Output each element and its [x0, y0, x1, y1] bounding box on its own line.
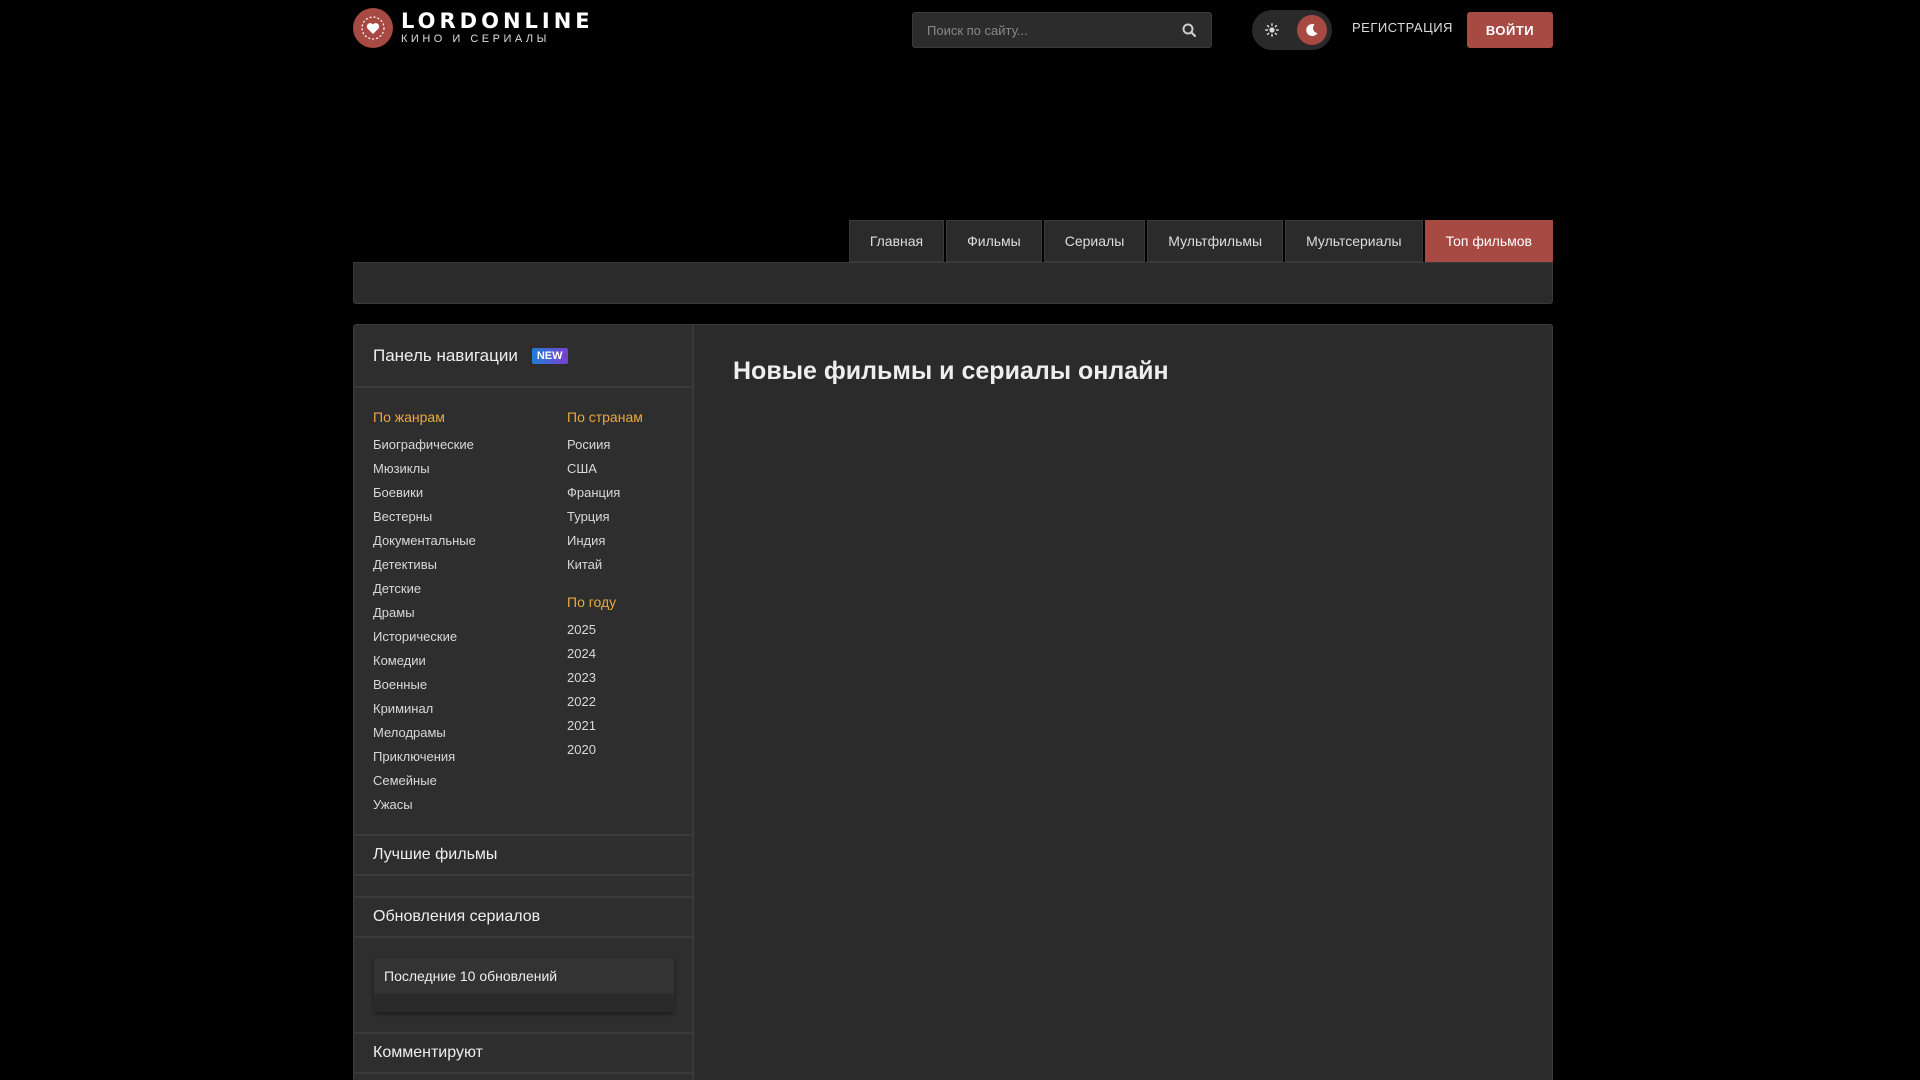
genre-link[interactable]: Комедии — [373, 653, 476, 677]
sub-nav-bar — [353, 262, 1553, 304]
tab-cartoons[interactable]: Мультфильмы — [1147, 220, 1284, 262]
main-nav: Главная Фильмы Сериалы Мультфильмы Мульт… — [848, 220, 1553, 262]
country-link[interactable]: Индия — [567, 533, 643, 557]
search-box — [912, 12, 1212, 48]
year-link[interactable]: 2021 — [567, 718, 643, 742]
countries-title[interactable]: По странам — [567, 408, 643, 426]
page-wrapper: LORDONLINE КИНО И СЕРИАЛЫ Поиск по сайту… — [353, 0, 1553, 1080]
logo-heart-icon — [353, 8, 393, 48]
genre-link[interactable]: Военные — [373, 677, 476, 701]
new-badge: NEW — [531, 347, 568, 364]
genre-link[interactable]: Драмы — [373, 605, 476, 629]
tab-series[interactable]: Сериалы — [1043, 220, 1146, 262]
countries-column: По странам Росиия США Франция Турция Инд… — [567, 408, 643, 766]
latest-updates-title[interactable]: Последние 10 обновлений — [374, 958, 674, 994]
years-title[interactable]: По году — [567, 593, 643, 611]
genre-link[interactable]: Криминал — [373, 701, 476, 725]
page-title: Новые фильмы и сериалы онлайн — [733, 357, 1169, 385]
nav-panel-columns: По жанрам Биографические Мюзиклы Боевики… — [354, 388, 692, 834]
tab-movies[interactable]: Фильмы — [946, 220, 1042, 262]
search-icon[interactable] — [1167, 12, 1211, 48]
best-movies-body — [354, 876, 692, 896]
genre-link[interactable]: Документальные — [373, 533, 476, 557]
genre-link[interactable]: Мелодрамы — [373, 725, 476, 749]
sun-icon[interactable] — [1252, 10, 1292, 50]
series-updates-header: Обновления сериалов — [354, 896, 692, 938]
country-link[interactable]: Росиия — [567, 437, 643, 461]
nav-panel-title: Панель навигации — [373, 345, 518, 365]
moon-icon[interactable] — [1297, 15, 1327, 45]
year-link[interactable]: 2022 — [567, 694, 643, 718]
logo-subtitle: КИНО И СЕРИАЛЫ — [401, 33, 550, 45]
genre-link[interactable]: Ужасы — [373, 797, 476, 821]
genre-link[interactable]: Вестерны — [373, 509, 476, 533]
country-link[interactable]: Китай — [567, 557, 643, 581]
sidebar: Панель навигации NEW По жанрам Биографич… — [354, 325, 694, 1080]
year-link[interactable]: 2025 — [567, 622, 643, 646]
best-movies-header: Лучшие фильмы — [354, 834, 692, 876]
theme-toggle[interactable] — [1252, 10, 1332, 50]
country-link[interactable]: Турция — [567, 509, 643, 533]
nav-panel-header: Панель навигации NEW — [354, 325, 692, 388]
latest-updates-box: Последние 10 обновлений — [374, 958, 674, 1012]
genres-title[interactable]: По жанрам — [373, 408, 476, 426]
genre-link[interactable]: Биографические — [373, 437, 476, 461]
tab-home[interactable]: Главная — [848, 220, 945, 262]
year-link[interactable]: 2020 — [567, 742, 643, 766]
comments-header: Комментируют — [354, 1032, 692, 1074]
tab-top-movies[interactable]: Топ фильмов — [1424, 220, 1553, 262]
tab-animated-series[interactable]: Мультсериалы — [1285, 220, 1423, 262]
genre-link[interactable]: Детективы — [373, 557, 476, 581]
year-link[interactable]: 2023 — [567, 670, 643, 694]
logo-title: LORDONLINE — [401, 9, 594, 33]
genre-link[interactable]: Семейные — [373, 773, 476, 797]
year-link[interactable]: 2024 — [567, 646, 643, 670]
genre-link[interactable]: Исторические — [373, 629, 476, 653]
country-link[interactable]: США — [567, 461, 643, 485]
genre-link[interactable]: Боевики — [373, 485, 476, 509]
search-input[interactable] — [913, 13, 1167, 47]
genre-link[interactable]: Детские — [373, 581, 476, 605]
site-logo[interactable]: LORDONLINE КИНО И СЕРИАЛЫ — [353, 8, 594, 48]
genres-column: По жанрам Биографические Мюзиклы Боевики… — [373, 408, 476, 821]
genre-link[interactable]: Приключения — [373, 749, 476, 773]
register-link[interactable]: РЕГИСТРАЦИЯ — [1352, 20, 1453, 35]
country-link[interactable]: Франция — [567, 485, 643, 509]
genre-link[interactable]: Мюзиклы — [373, 461, 476, 485]
latest-updates-list — [374, 994, 674, 1012]
content-area: Панель навигации NEW По жанрам Биографич… — [353, 324, 1553, 1080]
login-button[interactable]: ВОЙТИ — [1467, 12, 1553, 48]
